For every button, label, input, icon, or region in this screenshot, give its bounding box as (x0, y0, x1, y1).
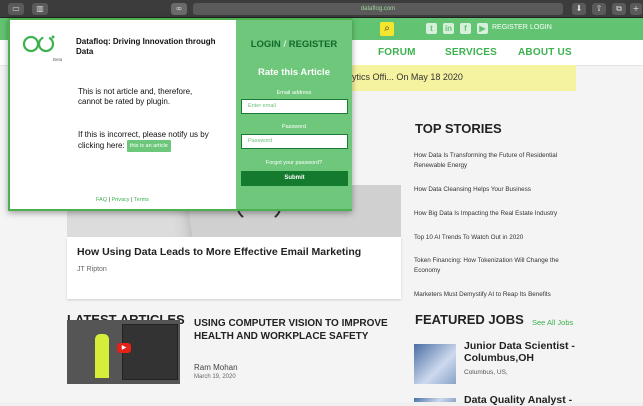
popup-footer: FAQ | Privacy | Terms (96, 197, 149, 203)
story-link[interactable]: How Data Is Transforming the Future of R… (414, 151, 574, 171)
password-field[interactable]: Password (241, 134, 348, 149)
sidebar-icon[interactable]: ▥ (32, 3, 48, 15)
address-bar[interactable]: dataflog.com (193, 3, 563, 15)
nav-services[interactable]: SERVICES (445, 47, 497, 58)
news-ticker[interactable]: ytics Offi... On May 18 2020 (340, 65, 576, 91)
incorrect-message: If this is incorrect, please notify us b… (78, 130, 228, 152)
submit-button[interactable]: Submit (241, 171, 348, 186)
faq-link[interactable]: FAQ (96, 197, 107, 203)
person-image (95, 334, 109, 378)
privacy-link[interactable]: Privacy (112, 197, 130, 203)
popup-info-panel: Beta Datafloq: Driving Innovation throug… (10, 20, 236, 209)
this-is-an-article-button[interactable]: this is an article (126, 140, 171, 152)
download-icon[interactable]: ⬇ (572, 3, 586, 15)
datafloq-logo-icon (22, 35, 55, 53)
article-author: Ram Mohan (194, 363, 238, 372)
twitter-icon[interactable]: t (426, 23, 437, 34)
article-date: March 19, 2020 (194, 374, 236, 380)
terms-link[interactable]: Terms (134, 197, 149, 203)
login-register-links: LOGIN / REGISTER (236, 39, 352, 50)
tabs-icon[interactable]: ⧉ (612, 3, 626, 15)
email-field[interactable]: Enter email (241, 99, 348, 114)
url-text: dataflog.com (360, 6, 396, 12)
popup-register-link[interactable]: REGISTER (289, 39, 338, 50)
linkedin-icon[interactable]: in (443, 23, 454, 34)
job-title[interactable]: Data Quality Analyst - (464, 394, 572, 406)
youtube-icon[interactable]: ▶ (477, 23, 488, 34)
job-location: Columbus, US, (464, 369, 508, 376)
featured-card[interactable]: How Using Data Leads to More Effective E… (67, 237, 401, 299)
featured-card-title[interactable]: How Using Data Leads to More Effective E… (77, 246, 361, 258)
screen-image (122, 324, 178, 380)
story-link[interactable]: Top 10 AI Trends To Watch Out in 2020 (414, 233, 574, 243)
ticker-text: ytics Offi... On May 18 2020 (352, 72, 463, 82)
article-thumbnail[interactable]: ▶ (67, 320, 180, 384)
login-link[interactable]: LOGIN (530, 24, 552, 31)
search-icon[interactable]: ⌕ (380, 22, 394, 36)
register-link[interactable]: REGISTER (492, 24, 528, 31)
popup-title: Datafloq: Driving Innovation through Dat… (76, 37, 216, 56)
play-icon[interactable]: ▶ (117, 343, 131, 353)
story-link[interactable]: How Big Data Is Impacting the Real Estat… (414, 209, 574, 219)
job-image[interactable] (414, 344, 456, 384)
story-link[interactable]: Token Financing: How Tokenization Will C… (414, 256, 574, 276)
featured-jobs-heading: FEATURED JOBS (415, 312, 524, 327)
popup-login-link[interactable]: LOGIN (251, 39, 281, 50)
forgot-password-link[interactable]: Forgot your password? (236, 160, 352, 166)
extension-popup: Beta Datafloq: Driving Innovation throug… (8, 18, 352, 211)
tab-overview-icon[interactable]: ▭ (8, 3, 24, 15)
nav-about-us[interactable]: ABOUT US (518, 47, 572, 58)
rate-article-heading: Rate this Article (258, 67, 330, 78)
extension-icon[interactable]: ∞ (171, 3, 187, 15)
new-tab-icon[interactable]: + (630, 3, 642, 15)
popup-login-panel: LOGIN / REGISTER Rate this Article Email… (236, 20, 352, 209)
beta-label: Beta (53, 57, 63, 62)
article-title[interactable]: USING COMPUTER VISION TO IMPROVE HEALTH … (194, 317, 409, 343)
see-all-jobs-link[interactable]: See All Jobs (532, 318, 573, 327)
job-title[interactable]: Junior Data Scientist - Columbus,OH (464, 340, 614, 364)
top-stories-heading: TOP STORIES (415, 121, 502, 136)
story-link[interactable]: Marketers Must Demystify AI to Reap Its … (414, 290, 574, 300)
share-icon[interactable]: ⇧ (592, 3, 606, 15)
nav-forum[interactable]: FORUM (378, 47, 416, 58)
browser-toolbar: ▭ ▥ ∞ dataflog.com ⬇ ⇧ ⧉ + (0, 0, 643, 18)
not-article-message: This is not article and, therefore, cann… (78, 87, 193, 106)
story-link[interactable]: How Data Cleansing Helps Your Business (414, 185, 574, 195)
featured-card-author: JT Ripton (77, 266, 107, 273)
email-label: Email address (276, 90, 312, 96)
password-label: Password (281, 124, 307, 130)
job-image[interactable] (414, 398, 456, 402)
facebook-icon[interactable]: f (460, 23, 471, 34)
